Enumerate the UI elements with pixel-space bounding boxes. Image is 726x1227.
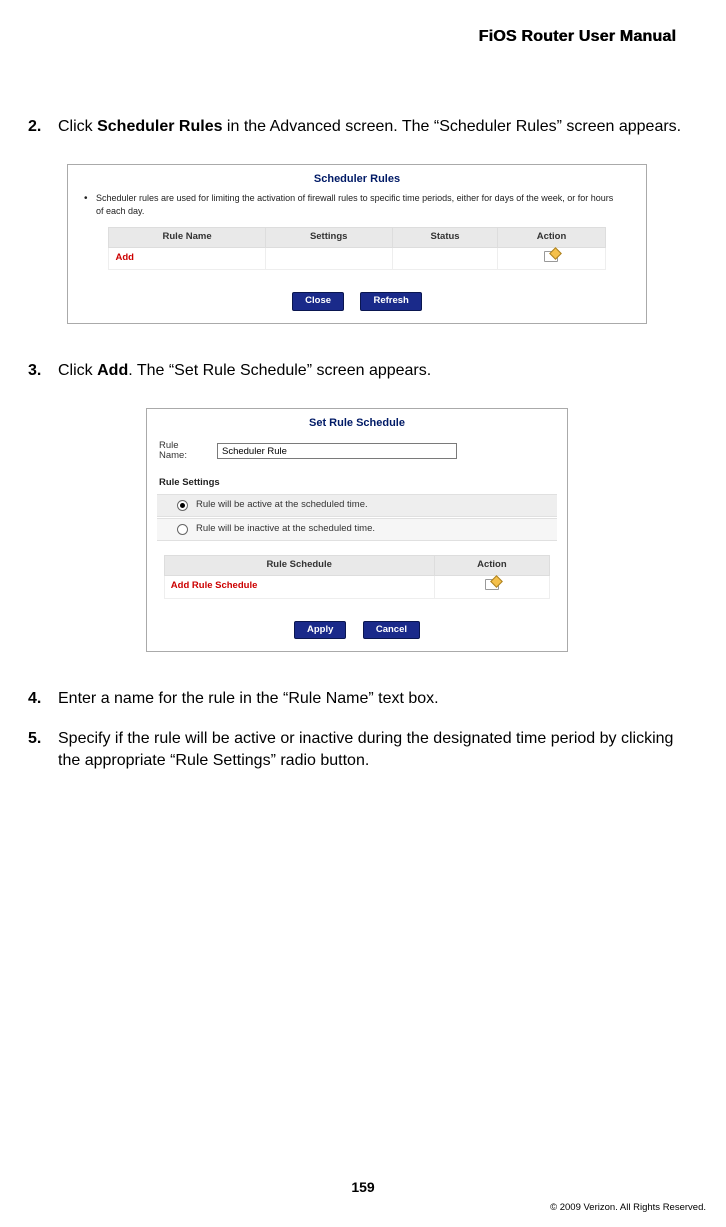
rules-table: Rule Name Settings Status Action Add [108,227,605,271]
col-action: Action [498,227,605,247]
col-settings: Settings [265,227,392,247]
rule-settings-heading: Rule Settings [147,467,567,493]
col-status: Status [392,227,498,247]
table-header-row: Rule Name Settings Status Action [109,227,605,247]
schedule-table: Rule Schedule Action Add Rule Schedule [164,555,550,599]
text-prefix: Click [58,362,97,379]
rule-name-row: Rule Name: [147,435,567,468]
copyright-text: © 2009 Verizon. All Rights Reserved. [550,1202,706,1213]
text-prefix: Click [58,118,97,135]
edit-icon[interactable] [544,251,558,262]
button-row: Apply Cancel [147,599,567,652]
table-row: Add [109,247,605,270]
table-row: Add Rule Schedule [164,575,549,598]
col-rule-schedule: Rule Schedule [164,555,434,575]
radio-active-row[interactable]: Rule will be active at the scheduled tim… [157,494,557,517]
page-number: 159 [0,1179,726,1195]
panel-intro-text: Scheduler rules are used for limiting th… [68,190,646,226]
step-5: 5. Specify if the rule will be active or… [28,728,686,771]
step-number: 3. [28,360,54,382]
steps-list: 2. Click Scheduler Rules in the Advanced… [28,116,686,771]
refresh-button[interactable]: Refresh [360,292,421,311]
add-link[interactable]: Add [115,252,133,263]
text-suffix: in the Advanced screen. The “Scheduler R… [222,118,681,135]
radio-label: Rule will be inactive at the scheduled t… [196,523,375,536]
cancel-button[interactable]: Cancel [363,621,420,640]
step-number: 4. [28,688,54,710]
radio-inactive-row[interactable]: Rule will be inactive at the scheduled t… [157,518,557,541]
step-text: Click Add. The “Set Rule Schedule” scree… [58,360,686,382]
add-rule-schedule-link[interactable]: Add Rule Schedule [171,580,258,591]
col-action: Action [434,555,550,575]
scheduler-rules-screenshot: Scheduler Rules Scheduler rules are used… [67,164,647,325]
text-bold: Scheduler Rules [97,118,222,135]
page: FiOS Router User Manual 2. Click Schedul… [0,0,726,1227]
panel-title: Scheduler Rules [68,165,646,191]
panel-title: Set Rule Schedule [147,409,567,435]
button-row: Close Refresh [68,270,646,323]
step-text: Specify if the rule will be active or in… [58,728,686,771]
set-rule-schedule-screenshot: Set Rule Schedule Rule Name: Rule Settin… [146,408,568,653]
radio-icon[interactable] [177,500,188,511]
radio-icon[interactable] [177,524,188,535]
apply-button[interactable]: Apply [294,621,346,640]
close-button[interactable]: Close [292,292,344,311]
text-bold: Add [97,362,128,379]
step-3: 3. Click Add. The “Set Rule Schedule” sc… [28,360,686,382]
step-number: 5. [28,728,54,771]
step-text: Click Scheduler Rules in the Advanced sc… [58,116,686,138]
rule-name-input[interactable] [217,443,457,459]
radio-label: Rule will be active at the scheduled tim… [196,499,368,512]
step-number: 2. [28,116,54,138]
rule-name-label: Rule Name: [159,441,209,462]
step-4: 4. Enter a name for the rule in the “Rul… [28,688,686,710]
col-rule-name: Rule Name [109,227,265,247]
edit-icon[interactable] [485,579,499,590]
document-title: FiOS Router User Manual [28,28,676,46]
text-suffix: . The “Set Rule Schedule” screen appears… [128,362,431,379]
table-header-row: Rule Schedule Action [164,555,549,575]
step-2: 2. Click Scheduler Rules in the Advanced… [28,116,686,138]
step-text: Enter a name for the rule in the “Rule N… [58,688,686,710]
